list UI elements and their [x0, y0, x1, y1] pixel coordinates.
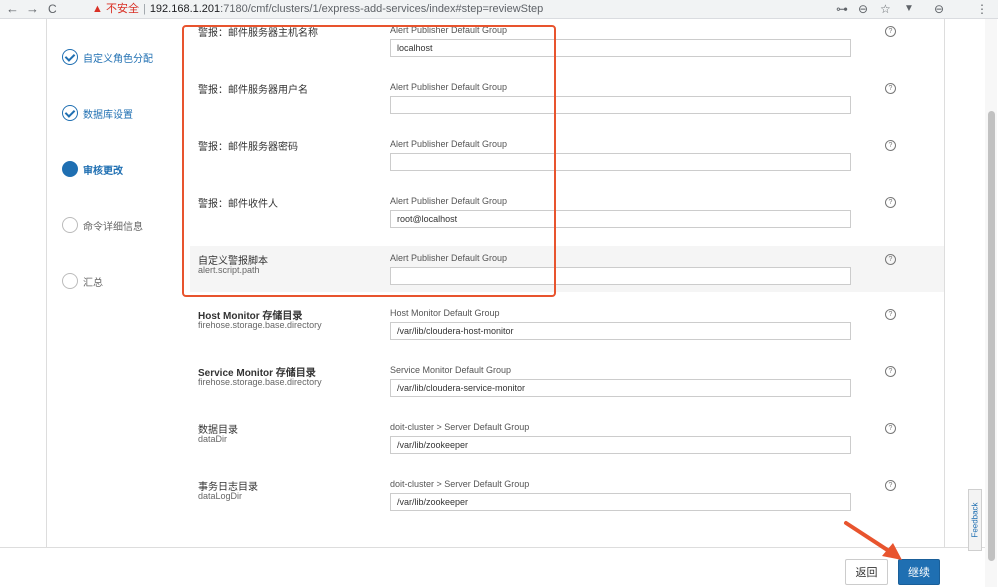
- config-group: Alert Publisher Default Group: [390, 25, 508, 35]
- mail-password-input[interactable]: [390, 153, 851, 171]
- config-property: dataLogDir: [198, 491, 243, 501]
- config-property: alert.script.path: [198, 265, 260, 275]
- config-group: Service Monitor Default Group: [390, 365, 512, 375]
- help-icon[interactable]: ?: [885, 140, 896, 151]
- mail-username-input[interactable]: [390, 96, 851, 114]
- config-title: 警报：邮件服务器主机名称: [198, 28, 318, 39]
- scrollbar-thumb[interactable]: [988, 111, 995, 561]
- url-path: :7180/cmf/clusters/1/express-add-service…: [220, 3, 544, 15]
- config-property: dataDir: [198, 434, 228, 444]
- mail-host-input[interactable]: [390, 39, 851, 57]
- config-group: Host Monitor Default Group: [390, 308, 500, 318]
- help-icon[interactable]: ?: [885, 254, 896, 265]
- config-property: firehose.storage.base.directory: [198, 320, 322, 330]
- config-title: 警报：邮件服务器用户名: [198, 85, 308, 96]
- config-row-host-monitor-dir: Host Monitor 存储目录 firehose.storage.base.…: [190, 301, 944, 358]
- config-row-mail-username: 警报：邮件服务器用户名 Alert Publisher Default Grou…: [190, 75, 944, 132]
- config-row-mail-recipients: 警报：邮件收件人 Alert Publisher Default Group ?: [190, 189, 944, 246]
- config-row-mail-password: 警报：邮件服务器密码 Alert Publisher Default Group…: [190, 132, 944, 189]
- host-monitor-dir-input[interactable]: [390, 322, 851, 340]
- help-icon[interactable]: ?: [885, 26, 896, 37]
- config-group: doit-cluster > Server Default Group: [390, 422, 530, 432]
- help-icon[interactable]: ?: [885, 197, 896, 208]
- config-row-data-log-dir: 事务日志目录 dataLogDir doit-cluster > Server …: [190, 472, 944, 532]
- insecure-warning: ▲ 不安全: [92, 3, 139, 15]
- browser-menu-icon[interactable]: ⋮: [976, 0, 988, 18]
- bookmark-star-icon[interactable]: ☆: [880, 0, 891, 18]
- page-content: 自定义角色分配 数据库设置 审核更改 命令详细信息 汇总 警报：邮件服务器主机名…: [0, 19, 998, 587]
- config-row-data-dir: 数据目录 dataDir doit-cluster > Server Defau…: [190, 415, 944, 472]
- help-icon[interactable]: ?: [885, 366, 896, 377]
- extension-icon[interactable]: ▼: [904, 0, 914, 18]
- step-label: 自定义角色分配: [83, 54, 153, 65]
- feedback-label: Feedback: [970, 502, 980, 538]
- check-circle-icon: [62, 105, 78, 121]
- footer-divider: [0, 547, 985, 548]
- step-label: 数据库设置: [83, 110, 133, 121]
- feedback-tab[interactable]: Feedback: [968, 489, 982, 551]
- reload-icon[interactable]: C: [48, 0, 57, 18]
- service-monitor-dir-input[interactable]: [390, 379, 851, 397]
- config-group: Alert Publisher Default Group: [390, 139, 508, 149]
- step-label: 审核更改: [83, 166, 123, 177]
- config-row-mail-host: 警报：邮件服务器主机名称 Alert Publisher Default Gro…: [190, 19, 944, 75]
- back-button[interactable]: 返回: [845, 559, 888, 585]
- frame-divider: [46, 19, 47, 547]
- browser-toolbar: ← → C ▲ 不安全 | 192.168.1.201:7180/cmf/clust…: [0, 0, 998, 19]
- step-label: 命令详细信息: [83, 222, 143, 233]
- active-step-icon: [62, 161, 78, 177]
- data-log-dir-input[interactable]: [390, 493, 851, 511]
- help-icon[interactable]: ?: [885, 83, 896, 94]
- data-dir-input[interactable]: [390, 436, 851, 454]
- address-bar[interactable]: ▲ 不安全 | 192.168.1.201:7180/cmf/clusters/1/…: [92, 0, 543, 18]
- config-row-service-monitor-dir: Service Monitor 存储目录 firehose.storage.ba…: [190, 358, 944, 415]
- forward-arrow-icon[interactable]: →: [26, 0, 39, 18]
- zoom-icon[interactable]: ⊖: [858, 0, 868, 18]
- back-arrow-icon[interactable]: ←: [6, 0, 19, 18]
- account-icon[interactable]: ⊖: [934, 0, 944, 18]
- config-title: 警报：邮件服务器密码: [198, 142, 298, 153]
- config-row-alert-script: 自定义警报脚本 alert.script.path Alert Publishe…: [190, 246, 944, 292]
- config-group: Alert Publisher Default Group: [390, 253, 508, 263]
- mail-recipients-input[interactable]: [390, 210, 851, 228]
- check-circle-icon: [62, 49, 78, 65]
- config-group: Alert Publisher Default Group: [390, 82, 508, 92]
- help-icon[interactable]: ?: [885, 423, 896, 434]
- config-group: Alert Publisher Default Group: [390, 196, 508, 206]
- continue-button[interactable]: 继续: [898, 559, 940, 585]
- url-host: 192.168.1.201: [149, 3, 221, 15]
- help-icon[interactable]: ?: [885, 309, 896, 320]
- pending-circle-icon: [62, 273, 78, 289]
- alert-script-input[interactable]: [390, 267, 851, 285]
- key-icon[interactable]: ⊶: [836, 0, 848, 18]
- help-icon[interactable]: ?: [885, 480, 896, 491]
- pending-circle-icon: [62, 217, 78, 233]
- frame-divider: [944, 19, 945, 547]
- config-title: 警报：邮件收件人: [198, 199, 278, 210]
- config-group: doit-cluster > Server Default Group: [390, 479, 530, 489]
- config-property: firehose.storage.base.directory: [198, 377, 322, 387]
- step-label: 汇总: [83, 278, 103, 289]
